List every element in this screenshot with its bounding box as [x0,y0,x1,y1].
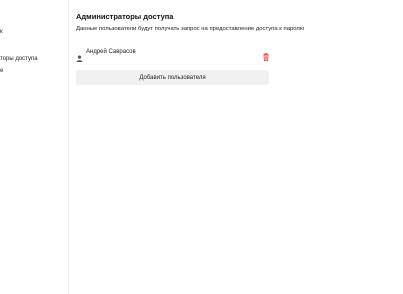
user-name: Андрей Саврасов [86,49,136,55]
main-content: Администраторы доступа Данные пользовате… [76,0,403,294]
sidebar-item-3[interactable]: е [0,68,3,74]
sidebar-item-access-admins[interactable]: торы доступа [0,56,38,62]
trash-icon[interactable] [262,48,270,61]
user-list-item: Андрей Саврасов [76,46,270,62]
page-description: Данные пользователи будут получать запро… [76,26,305,32]
sidebar: к торы доступа е [0,0,69,294]
sidebar-item-1[interactable]: к [0,29,3,35]
page-title: Администраторы доступа [76,12,174,21]
user-icon [76,49,83,62]
add-user-button[interactable]: Добавить пользователя [76,70,269,85]
